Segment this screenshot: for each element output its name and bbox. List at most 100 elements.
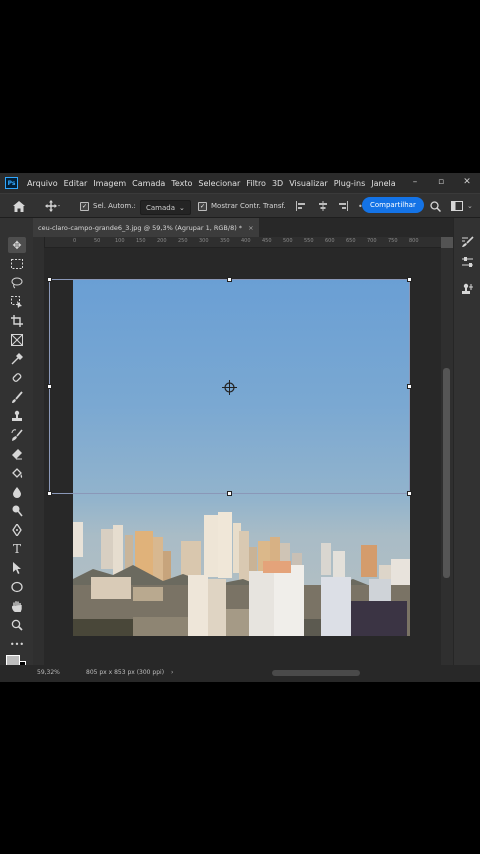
reference-point-icon[interactable] [222,380,237,395]
window-controls: – ▫ ✕ [402,173,480,193]
healing-brush-icon[interactable] [8,370,26,386]
brush-icon[interactable] [8,389,26,405]
ruler-tick: 450 [262,238,272,244]
menu-selecionar[interactable]: Selecionar [198,179,240,188]
close-tab-icon[interactable]: × [248,224,253,232]
status-bar: 59,32% 805 px x 853 px (300 ppi) › [0,665,480,682]
eraser-icon[interactable] [8,446,26,462]
auto-select-check-icon: ✓ [80,201,89,211]
hand-icon[interactable] [8,598,26,614]
marquee-icon[interactable] [8,256,26,272]
crop-icon[interactable] [8,313,26,329]
restore-button[interactable]: ▫ [428,173,454,193]
blur-icon[interactable] [8,484,26,500]
auto-select-label: Sel. Autom.: [93,202,136,210]
ellipse-icon[interactable] [8,579,26,595]
show-transform-checkbox[interactable]: ✓ Mostrar Contr. Transf. [198,194,286,218]
horizontal-ruler: 0 50 100 150 200 250 300 350 400 450 500… [44,237,441,248]
show-transform-check-icon: ✓ [198,201,207,211]
auto-select-checkbox[interactable]: ✓ Sel. Autom.: [80,194,136,218]
menu-editar[interactable]: Editar [64,179,88,188]
ruler-tick: 300 [199,238,209,244]
menu-camada[interactable]: Camada [132,179,165,188]
document-tab[interactable]: ceu-claro-campo-grande6_3.jpg @ 59,3% (A… [33,218,259,237]
tools-panel: ✥ T ••• [0,218,34,675]
right-panel-dock [453,218,480,668]
brush-settings-icon[interactable] [459,236,475,250]
ruler-tick: 400 [241,238,251,244]
align-right-icon[interactable] [338,194,348,218]
chevron-down-icon[interactable]: ⌄ [467,194,473,218]
move-tool-preset-icon[interactable] [45,194,61,218]
transform-handle-top-left[interactable] [47,277,52,282]
home-icon[interactable] [13,194,25,218]
menu-imagem[interactable]: Imagem [93,179,126,188]
ruler-tick: 50 [94,238,101,244]
document-size-info: 805 px x 853 px (300 ppi) [86,669,165,676]
transform-handle-top-right[interactable] [407,277,412,282]
menu-3d[interactable]: 3D [272,179,283,188]
auto-select-target-value: Camada [146,203,176,212]
menu-plug-ins[interactable]: Plug-ins [334,179,366,188]
zoom-icon[interactable] [8,617,26,633]
search-icon[interactable] [430,194,441,218]
ruler-tick: 100 [115,238,125,244]
menu-texto[interactable]: Texto [171,179,192,188]
ruler-tick: 700 [367,238,377,244]
ruler-tick: 550 [304,238,314,244]
more-tools-icon[interactable]: ••• [8,636,26,652]
lasso-icon[interactable] [8,275,26,291]
document-tab-bar: ceu-claro-campo-grande6_3.jpg @ 59,3% (A… [33,218,453,237]
options-bar: ✓ Sel. Autom.: Camada ⌄ ✓ Mostrar Contr.… [0,193,480,218]
document-image [73,279,410,636]
ruler-tick: 500 [283,238,293,244]
share-button[interactable]: Compartilhar [362,197,424,213]
menu-janela[interactable]: Janela [371,179,395,188]
path-select-icon[interactable] [8,560,26,576]
menu-bar: Ps Arquivo Editar Imagem Camada Texto Se… [0,173,480,193]
menu-arquivo[interactable]: Arquivo [27,179,58,188]
transform-handle-bottom-right[interactable] [407,491,412,496]
menu-filtro[interactable]: Filtro [246,179,266,188]
chevron-down-icon: ⌄ [179,203,185,212]
auto-select-target-dropdown[interactable]: Camada ⌄ [140,200,191,215]
vertical-scrollbar[interactable] [441,248,453,665]
vertical-scrollbar-thumb[interactable] [443,368,450,578]
eyedropper-icon[interactable] [8,351,26,367]
dodge-icon[interactable] [8,503,26,519]
clone-stamp-icon[interactable] [8,408,26,424]
object-select-icon[interactable] [8,294,26,310]
transform-handle-top[interactable] [227,277,232,282]
align-left-icon[interactable] [296,194,306,218]
transform-handle-bottom-left[interactable] [47,491,52,496]
align-center-icon[interactable] [318,194,328,218]
ruler-tick: 150 [136,238,146,244]
ruler-tick: 650 [346,238,356,244]
menu-visualizar[interactable]: Visualizar [289,179,328,188]
ruler-tick: 200 [157,238,167,244]
ruler-tick: 750 [388,238,398,244]
zoom-level[interactable]: 59,32% [37,669,60,676]
history-brush-icon[interactable] [8,427,26,443]
frame-icon[interactable] [8,332,26,348]
properties-icon[interactable] [459,283,475,297]
close-button[interactable]: ✕ [454,173,480,193]
status-chevron-icon[interactable]: › [171,669,173,676]
paint-bucket-icon[interactable] [8,465,26,481]
minimize-button[interactable]: – [402,173,428,193]
adjustments-icon[interactable] [459,256,475,270]
transform-handle-bottom[interactable] [227,491,232,496]
transform-handle-left[interactable] [47,384,52,389]
document-tab-title: ceu-claro-campo-grande6_3.jpg @ 59,3% (A… [38,223,243,232]
city-skyline [73,512,410,636]
workspace-icon[interactable] [451,194,463,218]
menu-items: Arquivo Editar Imagem Camada Texto Selec… [27,179,402,188]
ruler-tick: 250 [178,238,188,244]
ruler-tick: 350 [220,238,230,244]
transform-handle-right[interactable] [407,384,412,389]
ruler-tick: 800 [409,238,419,244]
horizontal-scrollbar[interactable] [272,670,360,676]
move-icon[interactable]: ✥ [8,237,26,253]
type-icon[interactable]: T [8,541,26,557]
pen-icon[interactable] [8,522,26,538]
